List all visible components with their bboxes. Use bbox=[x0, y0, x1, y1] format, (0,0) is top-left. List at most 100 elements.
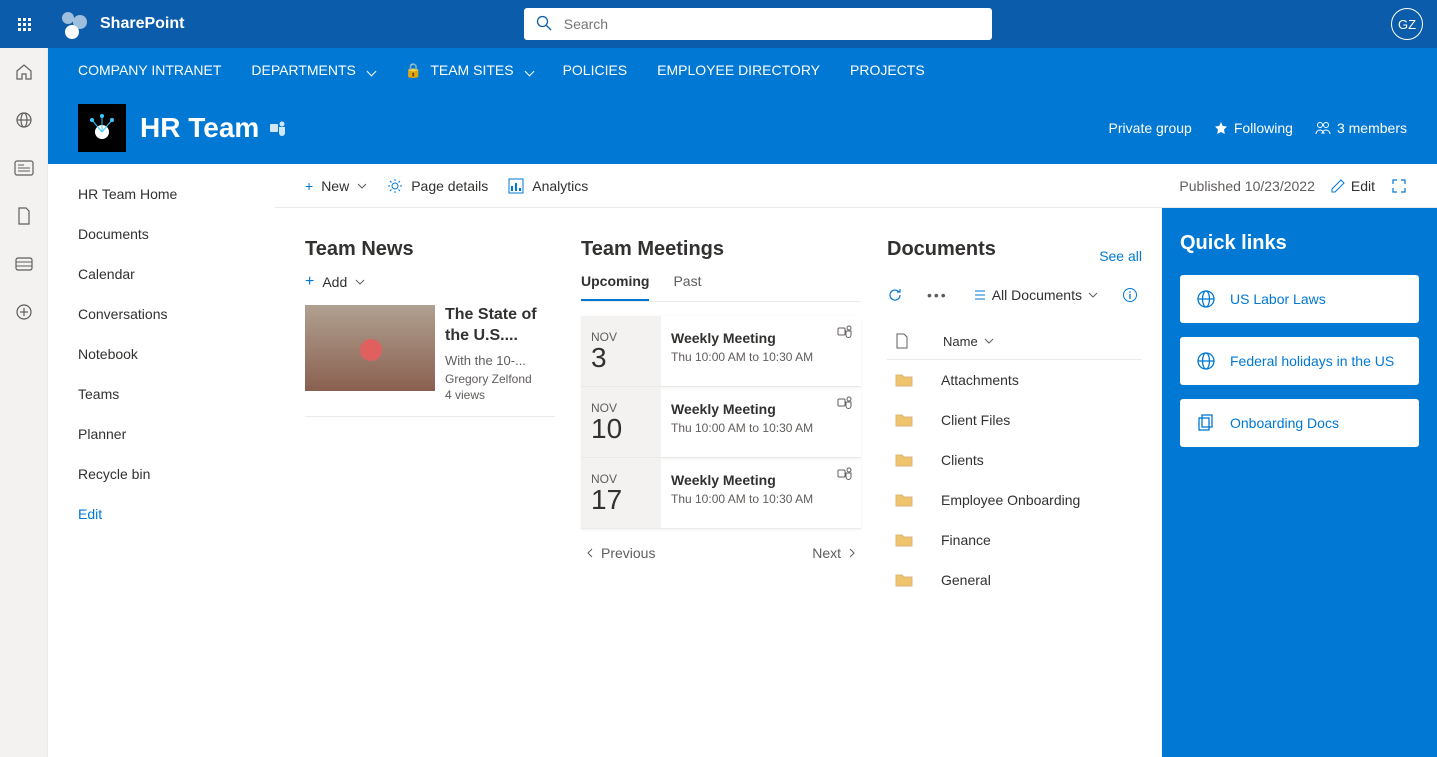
row-name: Finance bbox=[941, 532, 991, 548]
chevron-left-icon bbox=[585, 548, 595, 558]
quick-link-holidays[interactable]: Federal holidays in the US bbox=[1180, 337, 1419, 385]
documents-section: Documents See all ••• All Documents Name bbox=[887, 238, 1162, 757]
nav-teams[interactable]: Teams bbox=[48, 374, 275, 414]
nav-notebook[interactable]: Notebook bbox=[48, 334, 275, 374]
documents-heading: Documents bbox=[887, 238, 996, 261]
folder-icon bbox=[895, 413, 913, 427]
following-button[interactable]: Following bbox=[1214, 120, 1293, 136]
next-button[interactable]: Next bbox=[812, 545, 857, 561]
row-name: General bbox=[941, 572, 991, 588]
quick-link-labor[interactable]: US Labor Laws bbox=[1180, 275, 1419, 323]
documents-icon bbox=[1196, 413, 1216, 433]
rail-home-icon[interactable] bbox=[0, 48, 48, 96]
app-rail bbox=[0, 48, 48, 757]
news-thumbnail bbox=[305, 305, 435, 391]
nav-conversations[interactable]: Conversations bbox=[48, 294, 275, 334]
table-row[interactable]: Attachments bbox=[887, 360, 1142, 400]
main-area: Team News + Add The State of the U.S....… bbox=[275, 208, 1162, 757]
star-icon bbox=[1214, 121, 1228, 135]
table-row[interactable]: Clients bbox=[887, 440, 1142, 480]
tab-upcoming[interactable]: Upcoming bbox=[581, 273, 649, 301]
next-label: Next bbox=[812, 545, 841, 561]
meeting-card[interactable]: NOV17 Weekly MeetingThu 10:00 AM to 10:3… bbox=[581, 458, 861, 529]
analytics-button[interactable]: Analytics bbox=[508, 178, 588, 194]
refresh-icon[interactable] bbox=[887, 287, 903, 303]
waffle-icon bbox=[18, 18, 31, 31]
row-name: Clients bbox=[941, 452, 984, 468]
more-icon[interactable]: ••• bbox=[927, 287, 948, 303]
search-input[interactable] bbox=[524, 8, 992, 40]
prev-button[interactable]: Previous bbox=[585, 545, 655, 561]
site-logo[interactable] bbox=[78, 104, 126, 152]
rail-create-icon[interactable] bbox=[0, 288, 48, 336]
analytics-icon bbox=[508, 178, 524, 194]
meetings-heading: Team Meetings bbox=[581, 238, 861, 261]
nav-hr-home[interactable]: HR Team Home bbox=[48, 174, 275, 214]
info-icon[interactable] bbox=[1122, 287, 1138, 303]
view-selector[interactable]: All Documents bbox=[972, 287, 1098, 303]
app-launcher[interactable] bbox=[0, 0, 48, 48]
nav-edit-link[interactable]: Edit bbox=[48, 494, 275, 534]
folder-icon bbox=[895, 573, 913, 587]
hub-link-company[interactable]: COMPANY INTRANET bbox=[78, 62, 221, 78]
table-row[interactable]: Client Files bbox=[887, 400, 1142, 440]
documents-table: Name Attachments Client Files Clients Em… bbox=[887, 323, 1142, 600]
following-label: Following bbox=[1234, 120, 1293, 136]
chevron-down-icon bbox=[984, 336, 994, 346]
hub-link-teamsites[interactable]: 🔒TEAM SITES bbox=[405, 62, 533, 79]
page-details-button[interactable]: Page details bbox=[387, 178, 488, 194]
hub-link-directory[interactable]: EMPLOYEE DIRECTORY bbox=[657, 62, 820, 78]
rail-news-icon[interactable] bbox=[0, 144, 48, 192]
hub-link-projects[interactable]: PROJECTS bbox=[850, 62, 925, 78]
table-row[interactable]: Finance bbox=[887, 520, 1142, 560]
tab-past[interactable]: Past bbox=[673, 273, 701, 301]
hub-label: DEPARTMENTS bbox=[251, 62, 356, 78]
news-item-views: 4 views bbox=[445, 388, 555, 402]
new-label: New bbox=[321, 178, 349, 194]
name-col-label: Name bbox=[943, 334, 978, 349]
meeting-day: 10 bbox=[591, 415, 651, 443]
nav-planner[interactable]: Planner bbox=[48, 414, 275, 454]
rail-files-icon[interactable] bbox=[0, 192, 48, 240]
row-name: Client Files bbox=[941, 412, 1010, 428]
analytics-label: Analytics bbox=[532, 178, 588, 194]
meeting-card[interactable]: NOV10 Weekly MeetingThu 10:00 AM to 10:3… bbox=[581, 387, 861, 458]
news-card[interactable]: The State of the U.S.... With the 10-...… bbox=[305, 305, 555, 417]
teams-small-icon[interactable] bbox=[837, 466, 853, 482]
members-button[interactable]: 3 members bbox=[1315, 120, 1407, 136]
expand-icon[interactable] bbox=[1391, 178, 1407, 194]
teams-small-icon[interactable] bbox=[837, 395, 853, 411]
new-button[interactable]: + New bbox=[305, 178, 367, 194]
meeting-time: Thu 10:00 AM to 10:30 AM bbox=[671, 421, 851, 435]
app-name[interactable]: SharePoint bbox=[100, 15, 184, 33]
nav-recycle[interactable]: Recycle bin bbox=[48, 454, 275, 494]
table-header: Name bbox=[887, 323, 1142, 360]
column-name[interactable]: Name bbox=[943, 334, 994, 349]
quick-link-onboarding[interactable]: Onboarding Docs bbox=[1180, 399, 1419, 447]
nav-calendar[interactable]: Calendar bbox=[48, 254, 275, 294]
teams-small-icon[interactable] bbox=[837, 324, 853, 340]
ql-label: Onboarding Docs bbox=[1230, 415, 1339, 431]
meeting-day: 3 bbox=[591, 344, 651, 372]
nav-documents[interactable]: Documents bbox=[48, 214, 275, 254]
news-add-button[interactable]: + Add bbox=[305, 273, 555, 291]
teams-icon[interactable] bbox=[269, 119, 287, 137]
user-avatar[interactable]: GZ bbox=[1391, 8, 1423, 40]
folder-icon bbox=[895, 453, 913, 467]
meeting-title: Weekly Meeting bbox=[671, 472, 851, 488]
rail-lists-icon[interactable] bbox=[0, 240, 48, 288]
edit-button[interactable]: Edit bbox=[1331, 178, 1375, 194]
table-row[interactable]: Employee Onboarding bbox=[887, 480, 1142, 520]
globe-icon bbox=[1196, 289, 1216, 309]
hub-link-policies[interactable]: POLICIES bbox=[563, 62, 628, 78]
meetings-section: Team Meetings Upcoming Past NOV3 Weekly … bbox=[581, 238, 861, 757]
chevron-down-icon bbox=[357, 181, 367, 191]
chevron-down-icon bbox=[364, 62, 375, 78]
quick-links-heading: Quick links bbox=[1180, 232, 1419, 255]
rail-globe-icon[interactable] bbox=[0, 96, 48, 144]
ql-label: Federal holidays in the US bbox=[1230, 353, 1394, 369]
hub-link-departments[interactable]: DEPARTMENTS bbox=[251, 62, 375, 78]
see-all-link[interactable]: See all bbox=[1099, 248, 1142, 264]
meeting-card[interactable]: NOV3 Weekly MeetingThu 10:00 AM to 10:30… bbox=[581, 316, 861, 387]
table-row[interactable]: General bbox=[887, 560, 1142, 600]
